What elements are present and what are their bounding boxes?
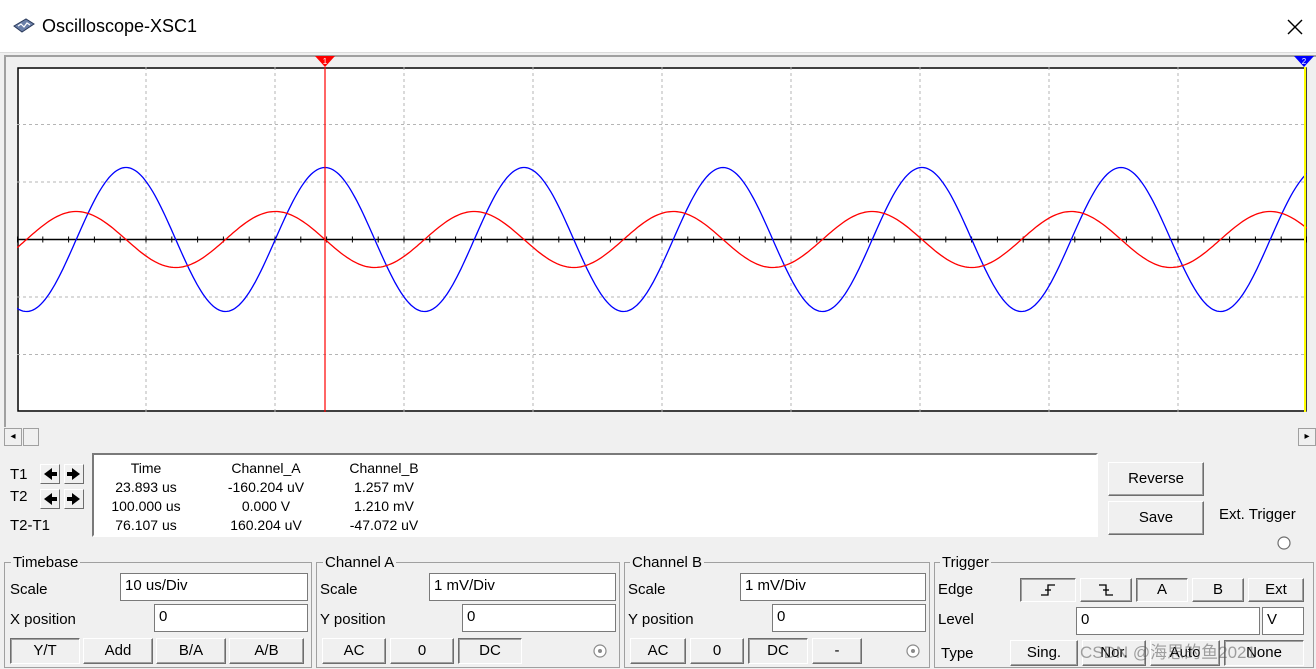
header-time: Time [130,460,162,476]
channel-a-title: Channel A [323,554,397,571]
channel-a-scale-label: Scale [320,581,358,598]
trigger-edge-label: Edge [938,581,974,598]
channel-a-terminal-icon[interactable] [591,642,609,660]
mode-add-button[interactable]: Add [83,638,153,664]
arrow-left-icon [44,468,57,480]
scroll-right-button[interactable]: ▸ [1298,428,1316,446]
channel-b-ac-button[interactable]: AC [630,638,686,664]
window-title: Oscilloscope-XSC1 [42,16,198,36]
timebase-title: Timebase [11,554,81,571]
trigger-type-label: Type [941,645,974,662]
svg-text:2: 2 [1302,57,1307,66]
ext-trigger-label: Ext. Trigger [1219,506,1296,523]
row3-channel-a: 160.204 uV [230,517,302,533]
channel-b-scale-field[interactable]: 1 mV/Div [740,573,926,601]
channel-b-ypos-field[interactable]: 0 [772,604,926,632]
channel-a-dc-button[interactable]: DC [458,638,522,664]
header-channel-a: Channel_A [231,460,301,476]
trigger-type-single-button[interactable]: Sing. [1010,640,1078,666]
x-position-field[interactable]: 0 [154,604,308,632]
mode-a-over-b-button[interactable]: A/B [229,638,304,664]
arrow-right-icon [67,468,80,480]
falling-edge-button[interactable] [1080,578,1132,602]
row1-channel-a: -160.204 uV [227,479,305,495]
channel-a-zero-button[interactable]: 0 [390,638,454,664]
close-icon[interactable] [1276,8,1312,44]
row1-time: 23.893 us [115,479,177,495]
horizontal-scrollbar[interactable]: ◂ ▸ [4,427,1316,447]
channel-a-ypos-label: Y position [320,611,386,628]
row1-channel-b: 1.257 mV [354,479,414,495]
trigger-source-ext-button[interactable]: Ext [1248,578,1304,602]
scroll-thumb[interactable] [23,428,39,446]
channel-b-terminal-icon[interactable] [904,642,922,660]
channel-b-title: Channel B [630,554,705,571]
t2-t1-label: T2-T1 [10,517,51,534]
waveform-plot [16,67,1308,412]
save-button[interactable]: Save [1108,501,1204,535]
t1-left-button[interactable] [40,464,60,484]
header-channel-b: Channel_B [349,460,419,476]
measurements-panel: Time Channel_A Channel_B 23.893 us -160.… [92,453,1098,537]
channel-b-ypos-label: Y position [628,611,694,628]
channel-b-invert-button[interactable]: - [812,638,862,664]
row3-channel-b: -47.072 uV [349,517,419,533]
svg-text:1: 1 [323,57,328,66]
channel-a-scale-field[interactable]: 1 mV/Div [429,573,616,601]
t2-right-button[interactable] [64,489,84,509]
channel-b-scale-label: Scale [628,581,666,598]
cursor-t1-marker[interactable]: 1 [315,56,335,68]
title-bar: Oscilloscope-XSC1 [0,0,1316,53]
t2-label: T2 [10,488,28,505]
row2-channel-b: 1.210 mV [354,498,414,514]
channel-b-dc-button[interactable]: DC [748,638,808,664]
timebase-scale-field[interactable]: 10 us/Div [120,573,308,601]
channel-a-ac-button[interactable]: AC [322,638,386,664]
mode-b-over-a-button[interactable]: B/A [156,638,226,664]
timebase-scale-label: Scale [10,581,48,598]
channel-a-ypos-field[interactable]: 0 [462,604,616,632]
t1-right-button[interactable] [64,464,84,484]
row3-time: 76.107 us [115,517,177,533]
row2-time: 100.000 us [111,498,181,514]
trigger-title: Trigger [940,554,991,571]
x-position-label: X position [10,611,76,628]
cursor-t2-marker[interactable]: 2 [1294,56,1314,68]
scope-screen[interactable] [16,67,1308,412]
ext-trigger-terminal-icon[interactable] [1276,535,1292,551]
scroll-left-button[interactable]: ◂ [4,428,22,446]
channel-b-zero-button[interactable]: 0 [690,638,744,664]
mode-yt-button[interactable]: Y/T [10,638,80,664]
trigger-source-b-button[interactable]: B [1192,578,1244,602]
arrow-right-icon [67,493,80,505]
rising-edge-icon [1041,584,1055,596]
trigger-source-a-button[interactable]: A [1136,578,1188,602]
rising-edge-button[interactable] [1020,578,1076,602]
watermark: CSDN @海思的鱼2021 [1080,643,1256,662]
t1-label: T1 [10,466,28,483]
falling-edge-icon [1099,584,1113,596]
t2-left-button[interactable] [40,489,60,509]
trigger-level-field[interactable]: 0 [1076,607,1260,635]
arrow-left-icon [44,493,57,505]
trigger-level-unit[interactable]: V [1262,607,1304,635]
oscilloscope-icon [13,18,35,33]
trigger-level-label: Level [938,611,974,628]
reverse-button[interactable]: Reverse [1108,462,1204,496]
row2-channel-a: 0.000 V [241,498,291,514]
